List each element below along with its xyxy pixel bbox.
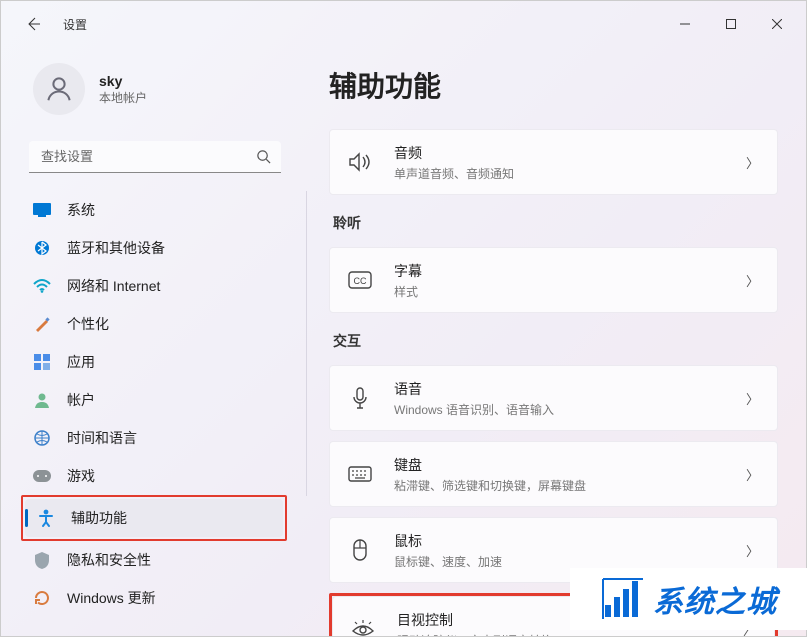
display-icon [33,201,51,219]
minimize-button[interactable] [662,8,708,40]
arrow-left-icon [25,16,41,32]
sidebar-item-label: 系统 [67,200,95,220]
chevron-right-icon: 〉 [746,465,759,484]
chevron-right-icon: 〉 [746,389,759,408]
sidebar-item-bluetooth[interactable]: 蓝牙和其他设备 [21,229,297,267]
sidebar-item-label: 蓝牙和其他设备 [67,238,165,258]
brush-icon [33,315,51,333]
bluetooth-icon [33,239,51,257]
logo-text: 系统之城 [653,577,777,621]
search-icon [256,149,271,169]
sidebar-nav: 系统 蓝牙和其他设备 网络和 Internet 个性化 应用 帐户 [21,191,297,495]
card-title: 字幕 [394,261,746,281]
person-icon [44,74,74,104]
search-input[interactable] [29,141,281,173]
sidebar-item-apps[interactable]: 应用 [21,343,297,381]
apps-icon [33,353,51,371]
microphone-icon [348,387,372,409]
card-title: 语音 [394,379,746,399]
watermark-logo: 系统之城 [570,568,807,630]
maximize-button[interactable] [708,8,754,40]
wifi-icon [33,277,51,295]
sidebar-item-label: 帐户 [67,390,95,410]
card-audio[interactable]: 音频 单声道音频、音频通知 〉 [329,129,778,195]
card-speech[interactable]: 语音 Windows 语音识别、语音输入 〉 [329,365,778,431]
captions-icon: CC [348,271,372,289]
sidebar-item-gaming[interactable]: 游戏 [21,457,297,495]
gaming-icon [33,467,51,485]
sidebar-item-label: 游戏 [67,466,95,486]
sidebar-item-windows-update[interactable]: Windows 更新 [21,579,297,617]
sidebar-item-label: 个性化 [67,314,109,334]
sidebar-item-privacy[interactable]: 隐私和安全性 [21,541,297,579]
sidebar: sky 本地帐户 系统 蓝牙和其他设备 网络和 Internet [1,47,301,636]
card-subtitle: 粘滞键、筛选键和切换键，屏幕键盘 [394,477,746,494]
sidebar-item-network[interactable]: 网络和 Internet [21,267,297,305]
card-keyboard[interactable]: 键盘 粘滞键、筛选键和切换键，屏幕键盘 〉 [329,441,778,507]
search-wrap [29,141,281,173]
chevron-right-icon: 〉 [746,271,759,290]
sidebar-item-label: 时间和语言 [67,428,137,448]
card-subtitle: Windows 语音识别、语音输入 [394,401,746,418]
sidebar-item-time-language[interactable]: 时间和语言 [21,419,297,457]
mouse-icon [348,539,372,561]
page-title: 辅助功能 [329,65,778,105]
sidebar-item-label: 隐私和安全性 [67,550,151,570]
section-header-interaction: 交互 [333,331,778,351]
chevron-right-icon: 〉 [746,153,759,172]
sidebar-item-label: Windows 更新 [67,588,156,608]
sidebar-item-label: 网络和 Internet [67,276,160,296]
user-name: sky [99,73,147,89]
card-title: 音频 [394,143,746,163]
logo-mark-icon [601,577,645,621]
sidebar-item-label: 辅助功能 [71,508,127,528]
avatar [33,63,85,115]
sidebar-item-accounts[interactable]: 帐户 [21,381,297,419]
window-title: 设置 [63,16,87,33]
back-button[interactable] [19,10,47,38]
sidebar-highlight: 辅助功能 [21,495,287,541]
card-subtitle: 鼠标键、速度、加速 [394,553,746,570]
titlebar: 设置 [1,1,806,47]
sidebar-nav-bottom: 隐私和安全性 Windows 更新 [21,541,297,617]
card-subtitle: 单声道音频、音频通知 [394,165,746,182]
sidebar-item-label: 应用 [67,352,95,372]
section-header-hearing: 聆听 [333,213,778,233]
card-subtitle: 眼动追踪仪，文本到语音转换 [397,632,743,637]
account-icon [33,391,51,409]
update-icon [33,589,51,607]
close-button[interactable] [754,8,800,40]
card-title: 键盘 [394,455,746,475]
svg-text:CC: CC [354,276,367,286]
user-subtitle: 本地帐户 [99,89,147,106]
eye-icon [351,619,375,636]
sidebar-item-accessibility[interactable]: 辅助功能 [25,499,283,537]
sidebar-item-personalization[interactable]: 个性化 [21,305,297,343]
shield-icon [33,551,51,569]
user-profile[interactable]: sky 本地帐户 [21,55,297,131]
chevron-right-icon: 〉 [746,541,759,560]
accessibility-icon [37,509,55,527]
globe-icon [33,429,51,447]
window-controls [662,8,800,40]
main-content: 辅助功能 音频 单声道音频、音频通知 〉 聆听 CC 字幕 样式 〉 交互 语音… [301,47,806,636]
keyboard-icon [348,466,372,482]
card-subtitle: 样式 [394,283,746,300]
card-title: 鼠标 [394,531,746,551]
sidebar-item-system[interactable]: 系统 [21,191,297,229]
card-captions[interactable]: CC 字幕 样式 〉 [329,247,778,313]
sound-icon [348,152,372,172]
